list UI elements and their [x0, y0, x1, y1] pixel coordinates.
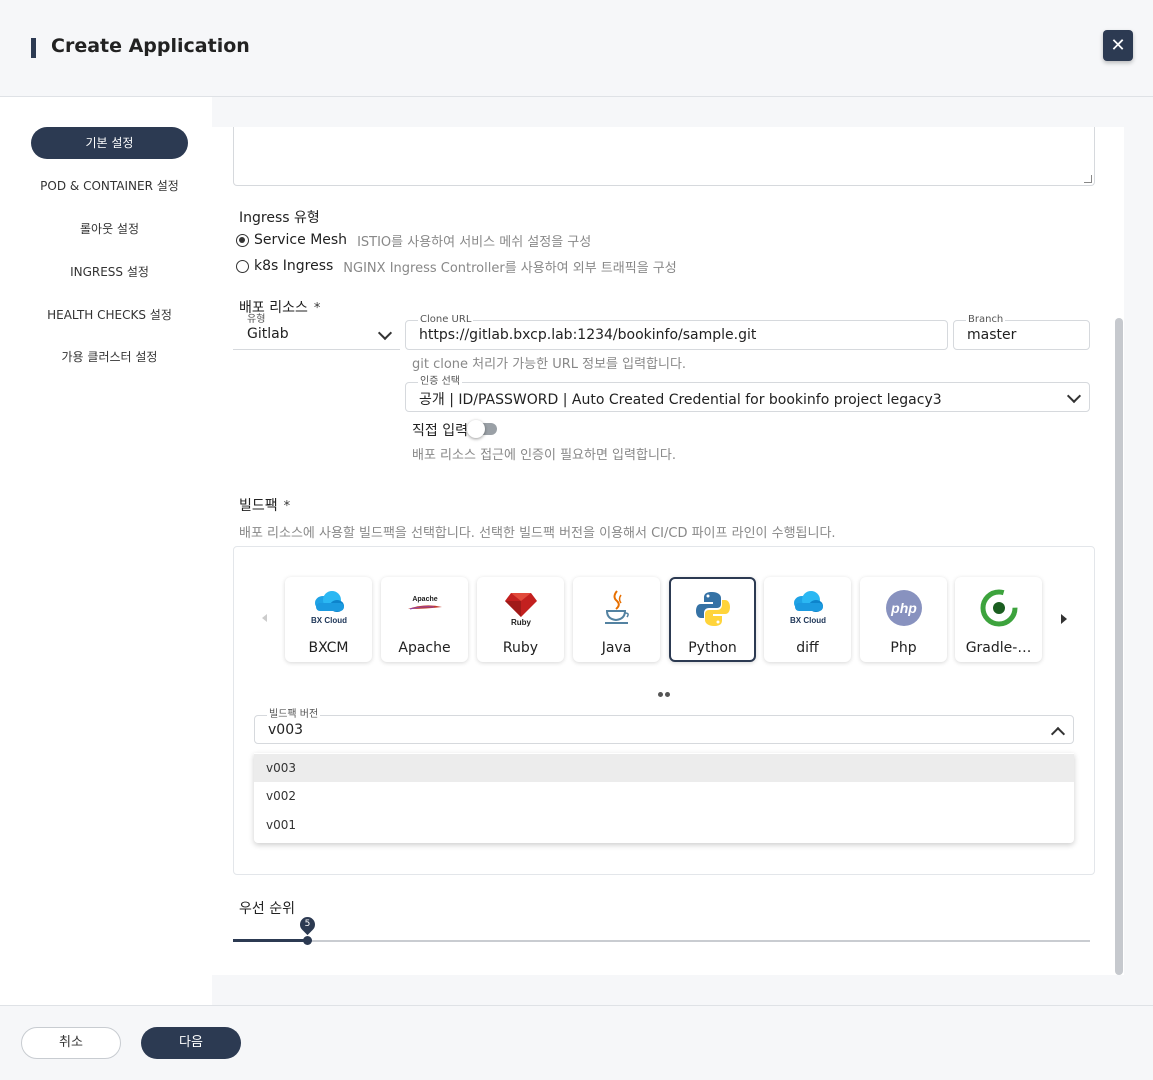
manual-input-label: 직접 입력: [412, 423, 468, 439]
version-option[interactable]: v003: [254, 754, 1074, 782]
cancel-button[interactable]: 취소: [21, 1027, 121, 1059]
sidebar-item-rollout[interactable]: 롤아웃 설정: [31, 213, 188, 245]
radio-checked-icon[interactable]: [236, 233, 249, 247]
svg-text:php: php: [890, 600, 917, 616]
svg-text:Apache: Apache: [412, 596, 437, 603]
sidebar-item-clusters[interactable]: 가용 클러스터 설정: [31, 341, 188, 373]
radio-service-mesh[interactable]: Service Mesh ISTIO를 사용하여 서비스 메쉬 설정을 구성: [236, 231, 592, 250]
manual-input-hint: 배포 리소스 접근에 인증이 필요하면 입력합니다.: [412, 448, 676, 463]
buildpack-description: 배포 리소스에 사용할 빌드팩을 선택합니다. 선택한 빌드팩 버전을 이용해서…: [239, 526, 836, 541]
svg-text:BX Cloud: BX Cloud: [311, 616, 347, 625]
toggle-knob[interactable]: [467, 420, 485, 438]
buildpack-name: Ruby: [502, 640, 539, 656]
field-value: Gitlab: [247, 326, 289, 342]
chevron-up-icon: [1050, 726, 1066, 742]
priority-slider-handle[interactable]: [303, 936, 312, 945]
buildpack-version-select[interactable]: 빌드팩 버전 v003: [254, 709, 1074, 744]
buildpack-name: BXCM: [308, 640, 349, 656]
buildpack-name: Php: [890, 640, 917, 656]
carousel-next-icon[interactable]: [1061, 614, 1067, 624]
priority-label: 우선 순위: [239, 901, 295, 917]
radio-description: ISTIO를 사용하여 서비스 메쉬 설정을 구성: [357, 234, 592, 250]
branch-input[interactable]: Branch master: [953, 314, 1090, 350]
ruby-gem-icon: Ruby: [504, 593, 537, 627]
scrollbar-thumb[interactable]: [1115, 318, 1123, 975]
field-label: Clone URL: [418, 314, 474, 326]
radio-label: Service Mesh: [254, 232, 348, 248]
apache-feather-icon: Apache: [407, 596, 442, 610]
buildpack-card-apache[interactable]: Apache Apache: [381, 577, 468, 662]
description-textarea[interactable]: [233, 127, 1095, 186]
svg-text:Ruby: Ruby: [511, 618, 532, 627]
php-icon: php: [885, 590, 922, 626]
buildpack-card-php[interactable]: php Php: [860, 577, 947, 662]
dialog-header: Create Application: [0, 0, 1153, 97]
buildpack-card-java[interactable]: Java: [573, 577, 660, 662]
pagination-dot[interactable]: [665, 692, 670, 697]
resize-handle-icon[interactable]: [1084, 175, 1092, 183]
buildpack-label: 빌드팩 *: [239, 495, 290, 515]
priority-value: 5: [304, 919, 311, 929]
field-label: 유형: [245, 314, 268, 326]
buildpack-card-gradle[interactable]: Gradle-…: [955, 577, 1042, 662]
sidebar-item-ingress[interactable]: INGRESS 설정: [31, 256, 188, 288]
version-option[interactable]: v002: [254, 782, 1074, 810]
dialog-title: Create Application: [51, 35, 250, 57]
bx-cloud-icon: BX Cloud: [790, 591, 826, 625]
chevron-down-icon: [377, 325, 393, 341]
buildpack-card-python[interactable]: Python: [669, 577, 756, 662]
title-accent-bar: [31, 38, 36, 58]
buildpack-name: Java: [601, 640, 632, 656]
buildpack-card-ruby[interactable]: Ruby Ruby: [477, 577, 564, 662]
buildpack-name: Python: [688, 640, 737, 656]
buildpack-name: Apache: [398, 640, 451, 656]
bx-cloud-icon: BX Cloud: [311, 591, 347, 625]
gradle-icon: [980, 589, 1017, 627]
manual-input-toggle[interactable]: [467, 420, 497, 438]
required-mark: *: [283, 499, 291, 514]
next-button[interactable]: 다음: [141, 1027, 241, 1059]
buildpack-name: Gradle-…: [965, 640, 1032, 656]
field-label: 인증 선택: [418, 376, 462, 388]
clone-url-input[interactable]: Clone URL https://gitlab.bxcp.lab:1234/b…: [405, 314, 948, 350]
type-select[interactable]: 유형 Gitlab: [233, 314, 400, 350]
radio-label: k8s Ingress: [254, 258, 334, 274]
chevron-down-icon: [1066, 388, 1082, 404]
sidebar-item-basic[interactable]: 기본 설정: [31, 127, 188, 159]
python-icon: [695, 592, 730, 626]
priority-slider-track[interactable]: [233, 940, 1090, 942]
java-cup-icon: [604, 590, 629, 624]
buildpack-title: 빌드팩: [239, 498, 278, 514]
close-icon[interactable]: ✕: [1103, 30, 1133, 61]
field-label: Branch: [966, 314, 1006, 326]
radio-unchecked-icon[interactable]: [236, 259, 249, 273]
buildpack-name: diff: [796, 640, 819, 656]
ingress-type-label: Ingress 유형: [239, 210, 320, 226]
radio-k8s-ingress[interactable]: k8s Ingress NGINX Ingress Controller를 사용…: [236, 257, 677, 276]
auth-select[interactable]: 인증 선택 공개 | ID/PASSWORD | Auto Created Cr…: [405, 376, 1090, 412]
sidebar-item-pod-container[interactable]: POD & CONTAINER 설정: [31, 170, 188, 202]
version-dropdown-menu: v003 v002 v001: [254, 753, 1074, 843]
svg-text:BX Cloud: BX Cloud: [790, 616, 826, 625]
radio-description: NGINX Ingress Controller를 사용하여 외부 트래픽을 구…: [343, 260, 677, 276]
field-value: https://gitlab.bxcp.lab:1234/bookinfo/sa…: [419, 327, 757, 343]
version-option[interactable]: v001: [254, 811, 1074, 839]
field-value: 공개 | ID/PASSWORD | Auto Created Credenti…: [419, 392, 942, 408]
pagination-dot[interactable]: [658, 692, 663, 697]
buildpack-card-diff[interactable]: BX Cloud diff: [764, 577, 851, 662]
clone-url-hint: git clone 처리가 가능한 URL 정보를 입력합니다.: [412, 357, 687, 372]
buildpack-card-bxcm[interactable]: BX Cloud BXCM: [285, 577, 372, 662]
field-label: 빌드팩 버전: [267, 709, 321, 721]
priority-slider-fill: [233, 939, 307, 942]
carousel-prev-icon[interactable]: [262, 614, 267, 622]
field-value: master: [967, 327, 1017, 343]
field-value: v003: [268, 722, 304, 738]
required-mark: *: [313, 301, 321, 316]
carousel-pagination[interactable]: [658, 682, 672, 701]
sidebar-item-health-checks[interactable]: HEALTH CHECKS 설정: [31, 299, 188, 331]
